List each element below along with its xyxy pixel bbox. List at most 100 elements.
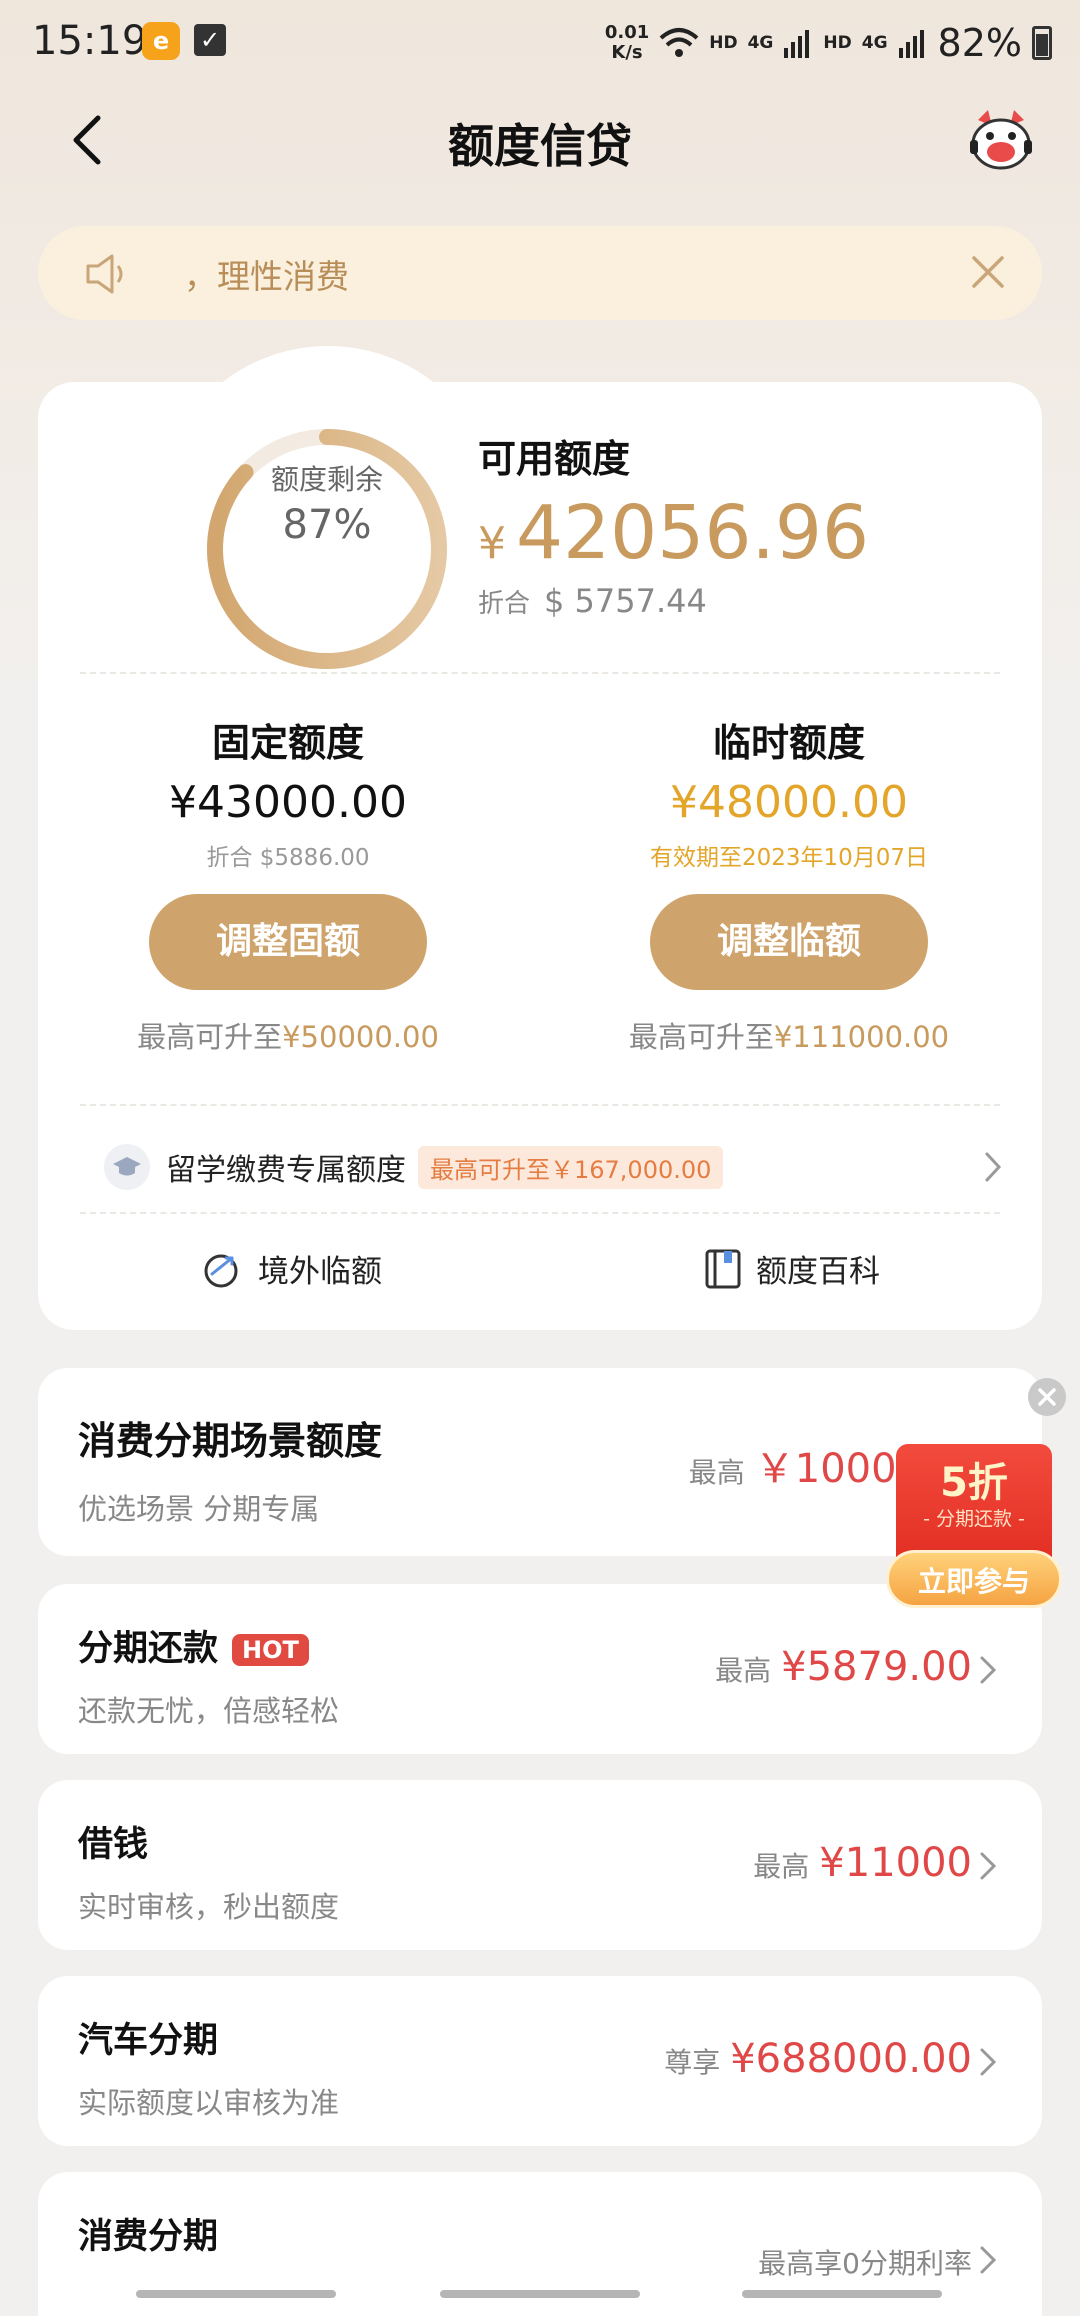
- card-amount: ¥11000: [819, 1840, 972, 1886]
- temp-raise-line: 最高可升至¥111000.00: [579, 1014, 999, 1056]
- battery-level: 82%: [937, 21, 1022, 65]
- ring-value: 87%: [282, 502, 372, 548]
- close-notice-icon[interactable]: [968, 252, 1008, 292]
- hd-indicator-1: HD: [709, 33, 738, 53]
- divider: [80, 672, 1000, 674]
- temp-quota-section: 临时额度 ¥48000.00 有效期至2023年10月07日 调整临额 最高可升…: [579, 712, 999, 1056]
- fixed-raise-prefix: 最高可升至: [137, 1020, 283, 1054]
- chevron-right-icon: [985, 1152, 1002, 1182]
- card-amount-prefix: 尊享: [664, 2046, 721, 2079]
- card-title: 消费分期: [78, 2217, 219, 2257]
- fixed-quota-title: 固定额度: [211, 721, 364, 765]
- notice-text: ，理性消费: [184, 257, 349, 296]
- promo-floating-banner[interactable]: 5折 - 分期还款 - 立即参与: [886, 1444, 1062, 1608]
- list-card-installment-repayment[interactable]: 分期还款 HOT 还款无忧，倍感轻松 最高 ¥5879.00: [38, 1584, 1042, 1754]
- net-speed-value: 0.01: [604, 22, 650, 43]
- status-bar: 15:19 e ✓ 0.01 K/s HD 4G HD 4G 82%: [0, 0, 1080, 84]
- list-card-borrow[interactable]: 借钱 实时审核，秒出额度 最高 ¥11000: [38, 1780, 1042, 1950]
- overseas-temp-quota-link[interactable]: 境外临额: [202, 1246, 382, 1291]
- adjust-temp-quota-button[interactable]: 调整临额: [650, 894, 928, 990]
- study-abroad-tag: 最高可升至￥167,000.00: [418, 1145, 724, 1189]
- signal-icon-2: [898, 28, 928, 58]
- available-amount-value: 42056.96: [516, 490, 870, 576]
- fixed-raise-line: 最高可升至¥50000.00: [78, 1014, 498, 1056]
- fixed-quota-equiv: 折合 $5886.00: [206, 845, 370, 871]
- list-card-car-installment[interactable]: 汽车分期 实际额度以审核为准 尊享 ¥688000.00: [38, 1976, 1042, 2146]
- card-right-info: 尊享 ¥688000.00: [664, 2036, 972, 2082]
- page-title: 额度信贷: [448, 119, 632, 173]
- graduation-cap-icon: [104, 1144, 150, 1190]
- quota-encyclopedia-label: 额度百科: [756, 1254, 880, 1290]
- available-quota-title: 可用额度: [478, 437, 631, 481]
- card-title: 借钱: [78, 1825, 149, 1865]
- card-title: 分期还款: [78, 1629, 219, 1669]
- chevron-right-icon: [980, 2048, 997, 2076]
- card-amount: ¥688000.00: [730, 2036, 972, 2082]
- net-speed-unit: K/s: [611, 42, 643, 63]
- gesture-bar: [0, 2290, 1080, 2300]
- temp-quota-expiry: 有效期至2023年10月07日: [649, 845, 929, 871]
- status-time: 15:19: [32, 18, 148, 64]
- signal-icon-1: [783, 28, 813, 58]
- card-right-info: 最高 ¥11000: [753, 1840, 972, 1886]
- study-abroad-quota-row[interactable]: 留学缴费专属额度 最高可升至￥167,000.00: [104, 1142, 1004, 1192]
- hot-badge: HOT: [232, 1634, 309, 1666]
- fixed-raise-amount: ¥50000.00: [282, 1020, 439, 1054]
- promo-discount: 5折: [940, 1460, 1008, 1506]
- study-abroad-label: 留学缴费专属额度: [166, 1153, 406, 1188]
- card-subtitle: 实际额度以审核为准: [78, 2086, 340, 2120]
- network-type-1: 4G: [747, 33, 774, 53]
- card-subtitle: 实时审核，秒出额度: [78, 1890, 340, 1924]
- gesture-indicator: [742, 2290, 942, 2298]
- card-amount-prefix: 最高: [753, 1850, 810, 1883]
- temp-quota-title: 临时额度: [712, 721, 865, 765]
- hd-indicator-2: HD: [823, 33, 852, 53]
- quota-encyclopedia-link[interactable]: 额度百科: [704, 1246, 880, 1291]
- card-subtitle: 优选场景 分期专属: [78, 1492, 320, 1526]
- equiv-value: $ 5757.44: [544, 582, 707, 620]
- wifi-icon: [659, 26, 699, 60]
- quota-summary-card: 额度剩余 87% 可用额度 ¥ 42056.96 折合 $ 5757.44 固定…: [38, 346, 1042, 1330]
- status-indicators: 0.01 K/s HD 4G HD 4G 82%: [605, 18, 1052, 68]
- app-notification-icon: e: [142, 22, 180, 60]
- card-title-row: 分期还款 HOT: [78, 1620, 309, 1671]
- book-icon: [705, 1249, 741, 1288]
- promo-label: - 分期还款 -: [923, 1508, 1025, 1530]
- temp-raise-amount: ¥111000.00: [773, 1020, 950, 1054]
- card-amount-prefix: 最高: [688, 1456, 745, 1489]
- card-subtitle: 还款无忧，倍感轻松: [78, 1694, 340, 1728]
- adjust-fixed-quota-button[interactable]: 调整固额: [149, 894, 427, 990]
- available-equiv: 折合 $ 5757.44: [478, 582, 707, 620]
- gesture-indicator: [440, 2290, 640, 2298]
- card-amount: ¥5879.00: [781, 1644, 972, 1690]
- promo-join-button[interactable]: 立即参与: [886, 1550, 1062, 1608]
- ring-label: 额度剩余: [270, 463, 383, 496]
- app-header: 额度信贷: [0, 96, 1080, 186]
- notice-bar[interactable]: ，理性消费: [38, 226, 1042, 320]
- card-title: 汽车分期: [78, 2021, 219, 2061]
- divider: [80, 1104, 1000, 1106]
- temp-quota-amount: ¥48000.00: [670, 777, 908, 828]
- mascot-icon[interactable]: [966, 106, 1036, 176]
- quota-remaining-ring: [207, 429, 447, 669]
- chevron-right-icon: [980, 1656, 997, 1684]
- currency-symbol: ¥: [478, 518, 506, 569]
- net-speed: 0.01 K/s: [605, 23, 649, 63]
- fixed-quota-amount: ¥43000.00: [169, 777, 407, 828]
- overseas-temp-quota-label: 境外临额: [258, 1254, 382, 1290]
- card-right-info: 最高享0分期利率: [758, 2242, 972, 2282]
- card-right-info: 最高 ¥5879.00: [715, 1644, 972, 1690]
- chevron-right-icon: [980, 2246, 997, 2274]
- fixed-quota-section: 固定额度 ¥43000.00 折合 $5886.00 调整固额 最高可升至¥50…: [78, 712, 498, 1056]
- equiv-label: 折合: [478, 589, 531, 619]
- temp-raise-prefix: 最高可升至: [628, 1020, 774, 1054]
- chevron-right-icon: [980, 1852, 997, 1880]
- checkbox-notification-icon: ✓: [194, 24, 226, 56]
- card-title: 消费分期场景额度: [78, 1419, 383, 1463]
- network-type-2: 4G: [861, 33, 888, 53]
- card-amount-prefix: 最高: [715, 1654, 772, 1687]
- available-quota-amount: ¥ 42056.96: [478, 490, 869, 576]
- close-promo-icon[interactable]: [1028, 1378, 1066, 1416]
- divider: [80, 1212, 1000, 1214]
- speaker-icon: [84, 252, 132, 296]
